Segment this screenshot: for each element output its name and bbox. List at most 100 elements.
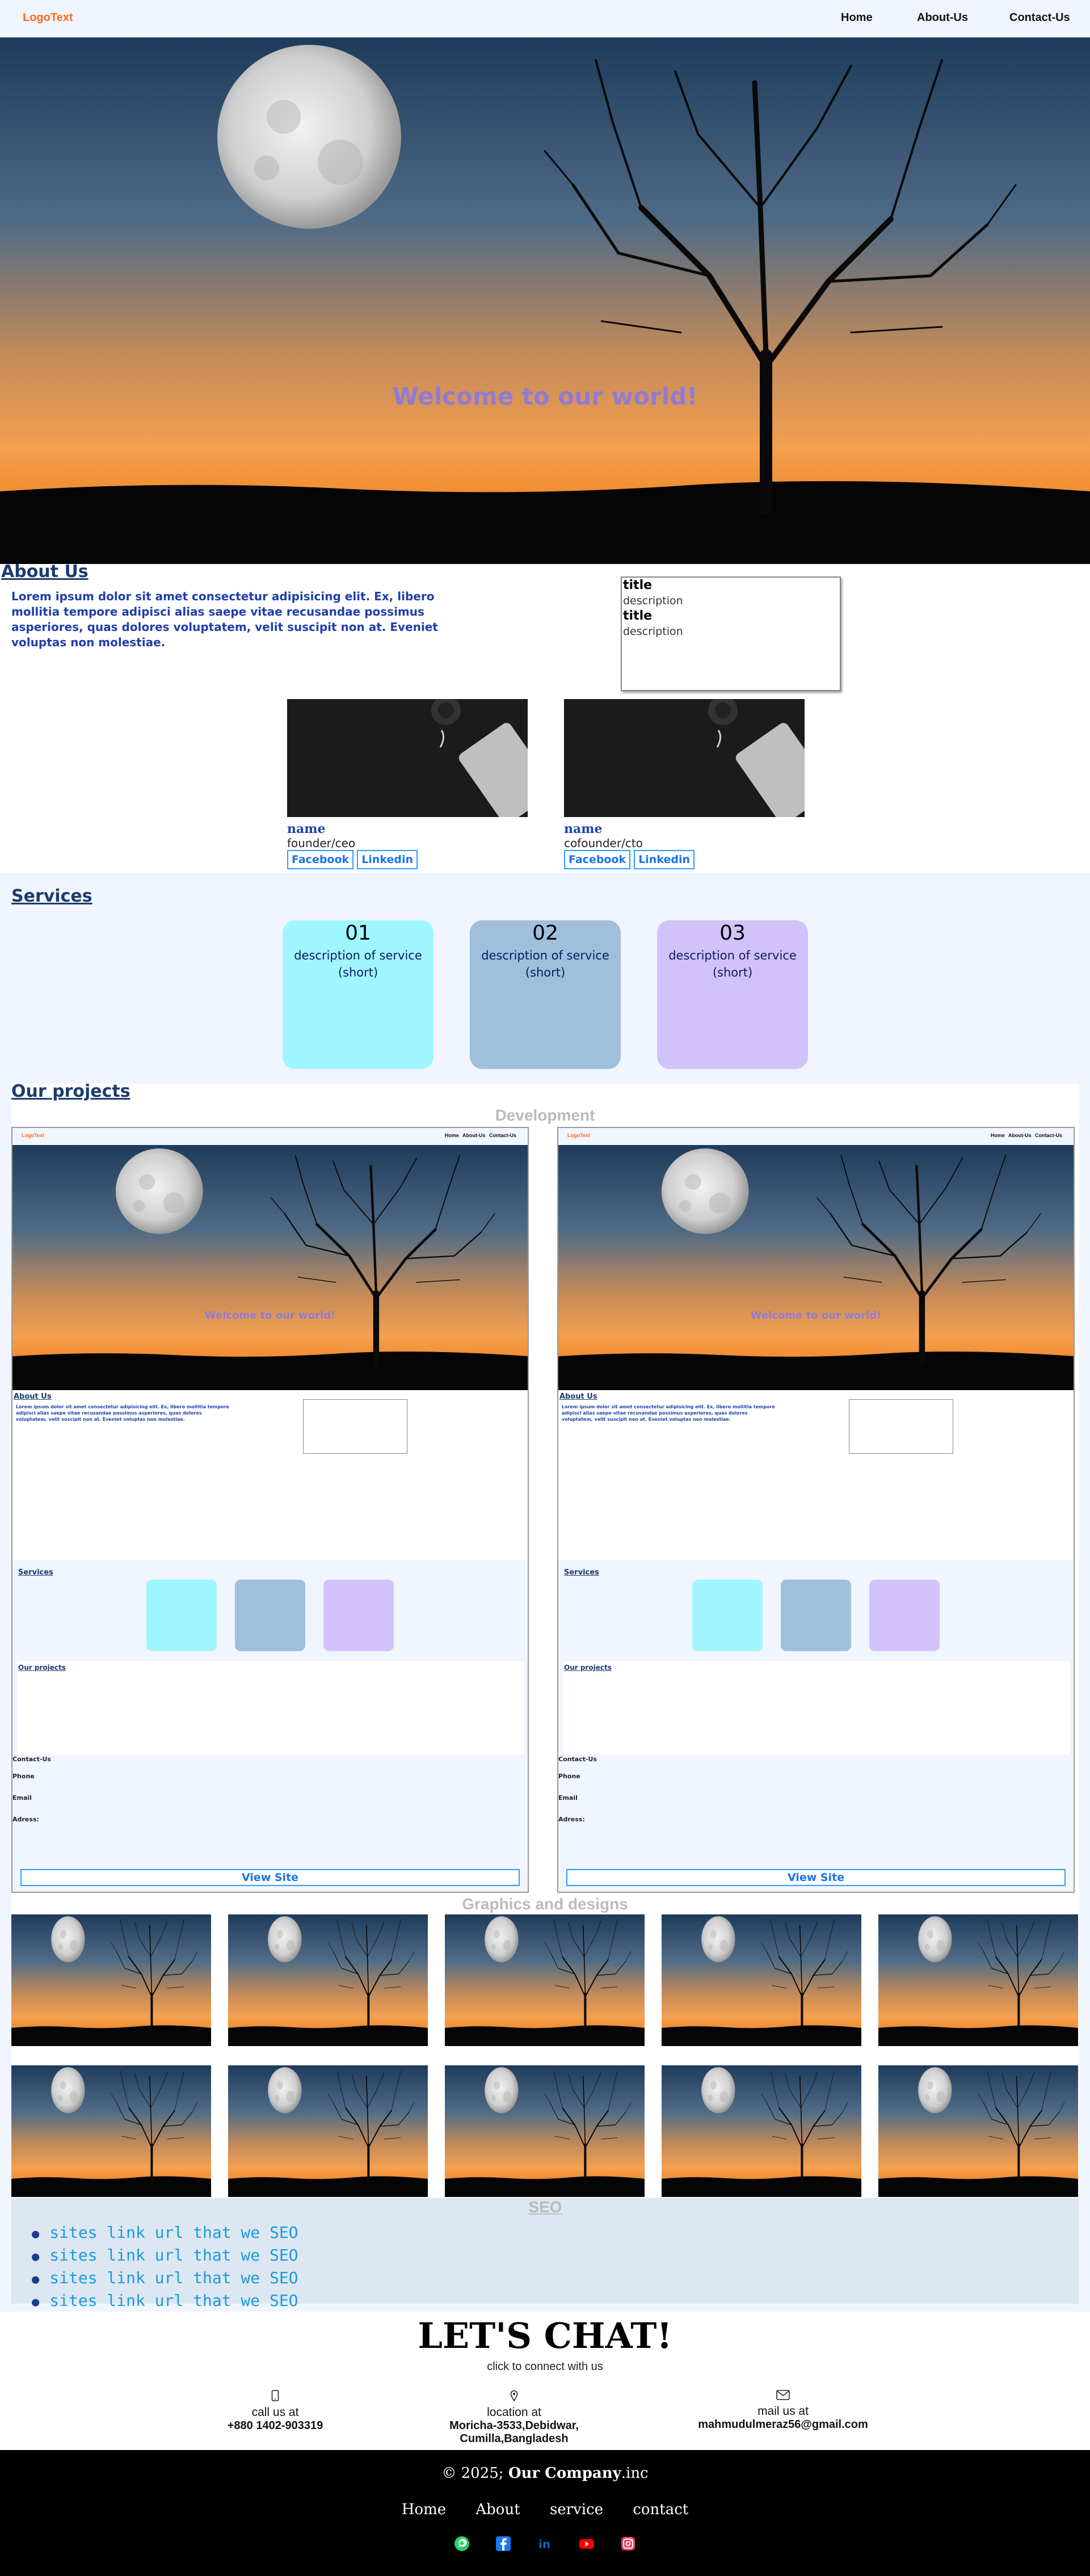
- chat-title: LET'S CHAT!: [418, 2315, 672, 2356]
- preview-nav-links: Home About-Us Contact-Us: [444, 1133, 516, 1138]
- whatsapp-icon[interactable]: [453, 2535, 470, 2552]
- gallery-image[interactable]: [228, 2065, 428, 2197]
- hero-banner: Welcome to our world!: [0, 37, 1090, 564]
- gallery-image[interactable]: [445, 2065, 645, 2197]
- contact-value: mahmudulmeraz56@gmail.com: [698, 2418, 868, 2431]
- contact-value: +880 1402-903319: [227, 2419, 323, 2432]
- mail-icon: [776, 2390, 790, 2400]
- seo-link[interactable]: sites link url that we SEO: [32, 2245, 298, 2267]
- hero-title: Welcome to our world!: [392, 382, 698, 410]
- team-member-card: name founder/ceo Facebook Linkedin: [287, 699, 528, 869]
- gallery-image[interactable]: [878, 2065, 1078, 2197]
- preview-projects-heading: Our projects: [18, 1664, 66, 1672]
- phone-icon: [271, 2390, 279, 2401]
- preview-navbar: LogoText Home About-Us Contact-Us: [558, 1128, 1074, 1145]
- copyright: © 2025; Our Company.inc: [0, 2465, 1090, 2482]
- linkedin-button[interactable]: Linkedin: [357, 850, 418, 869]
- about-box-description: description: [623, 625, 683, 638]
- footer-link-contact[interactable]: contact: [633, 2501, 688, 2518]
- member-role: founder/ceo: [287, 836, 356, 850]
- facebook-icon[interactable]: [495, 2535, 512, 2552]
- member-photo: [564, 699, 805, 817]
- preview-hero-image: [558, 1145, 1074, 1390]
- member-name: name: [564, 822, 603, 836]
- member-name: name: [287, 822, 326, 836]
- preview-services-heading: Services: [18, 1568, 53, 1577]
- footer-link-about[interactable]: About: [475, 2501, 520, 2518]
- preview-nav-links: Home About-Us Contact-Us: [990, 1133, 1062, 1138]
- service-number: 03: [719, 921, 746, 945]
- services-heading: Services: [11, 886, 92, 906]
- seo-list: sites link url that we SEO sites link ur…: [32, 2222, 298, 2313]
- about-box-title: title: [623, 578, 653, 592]
- gallery-image[interactable]: [228, 1914, 428, 2046]
- instagram-icon[interactable]: [620, 2535, 637, 2552]
- development-heading: Development: [495, 1106, 595, 1124]
- preview-about-heading: About Us: [559, 1392, 597, 1401]
- hero-image: [0, 37, 1090, 564]
- gallery-image[interactable]: [11, 1914, 211, 2046]
- preview-hero-title: Welcome to our world!: [750, 1310, 882, 1321]
- contact-section: LET'S CHAT! click to connect with us cal…: [0, 2312, 1090, 2450]
- footer-link-home[interactable]: Home: [402, 2501, 446, 2518]
- service-description: description of service (short): [294, 949, 422, 979]
- linkedin-button[interactable]: Linkedin: [634, 850, 695, 869]
- preview-phone-label: Phone: [558, 1773, 580, 1780]
- copyright-prefix: © 2025;: [441, 2465, 504, 2482]
- location-icon: [510, 2390, 518, 2402]
- view-site-button[interactable]: View Site: [20, 1869, 520, 1886]
- preview-logo: LogoText: [567, 1133, 590, 1138]
- service-description: description of service (short): [481, 949, 609, 979]
- seo-link[interactable]: sites link url that we SEO: [32, 2222, 298, 2245]
- preview-contact-heading: Contact-Us: [558, 1756, 597, 1763]
- chat-subtitle: click to connect with us: [487, 2360, 603, 2373]
- gallery-image[interactable]: [878, 1914, 1078, 2046]
- service-card: 03 description of service (short): [657, 920, 808, 1069]
- top-navbar: LogoText Home About-Us Contact-Us: [0, 0, 1090, 37]
- preview-address-label: Adress:: [12, 1816, 39, 1823]
- preview-hero-image: [12, 1145, 528, 1390]
- linkedin-icon[interactable]: in: [537, 2535, 554, 2552]
- preview-navbar: LogoText Home About-Us Contact-Us: [12, 1128, 528, 1145]
- preview-email-label: Email: [558, 1794, 578, 1801]
- preview-hero-title: Welcome to our world!: [204, 1310, 336, 1321]
- about-box-description: description: [623, 595, 683, 607]
- company-suffix: .inc: [621, 2465, 649, 2482]
- seo-link[interactable]: sites link url that we SEO: [32, 2290, 298, 2313]
- projects-heading: Our projects: [11, 1081, 131, 1101]
- preview-email-label: Email: [12, 1794, 32, 1801]
- member-photo: [287, 699, 528, 817]
- services-section: Services 01 description of service (shor…: [0, 873, 1090, 1084]
- logo[interactable]: LogoText: [23, 11, 73, 24]
- project-preview-card: LogoText Home About-Us Contact-Us Welcom…: [11, 1127, 529, 1893]
- preview-hero: Welcome to our world!: [12, 1145, 528, 1390]
- nav-contact-us[interactable]: Contact-Us: [1009, 11, 1070, 24]
- contact-label: call us at: [251, 2406, 299, 2419]
- seo-link[interactable]: sites link url that we SEO: [32, 2267, 298, 2290]
- company-name: Our Company: [508, 2465, 621, 2482]
- service-card: 02 description of service (short): [470, 920, 621, 1069]
- project-preview-card: LogoText Home About-Us Contact-Us Welcom…: [557, 1127, 1075, 1893]
- gallery-image[interactable]: [662, 1914, 861, 2046]
- preview-projects-heading: Our projects: [564, 1664, 612, 1672]
- footer-link-service[interactable]: service: [550, 2501, 603, 2518]
- view-site-button[interactable]: View Site: [566, 1869, 1066, 1886]
- gallery-image[interactable]: [662, 2065, 861, 2197]
- facebook-button[interactable]: Facebook: [564, 850, 631, 869]
- preview-logo: LogoText: [22, 1133, 44, 1138]
- contact-label: mail us at: [757, 2405, 809, 2418]
- youtube-icon[interactable]: [578, 2535, 595, 2552]
- gallery-image[interactable]: [11, 2065, 211, 2197]
- team-member-card: name cofounder/cto Facebook Linkedin: [564, 699, 805, 869]
- nav-home[interactable]: Home: [841, 11, 873, 24]
- gallery-image[interactable]: [445, 1914, 645, 2046]
- contact-location[interactable]: location at Moricha-3533,Debidwar, Cumil…: [395, 2390, 633, 2445]
- about-box-title: title: [623, 609, 653, 623]
- facebook-button[interactable]: Facebook: [287, 850, 354, 869]
- preview-contact-heading: Contact-Us: [12, 1756, 51, 1763]
- contact-email[interactable]: mail us at mahmudulmeraz56@gmail.com: [664, 2390, 902, 2431]
- contact-phone[interactable]: call us at +880 1402-903319: [156, 2390, 394, 2432]
- social-links: in: [0, 2535, 1090, 2552]
- service-card: 01 description of service (short): [283, 920, 434, 1069]
- nav-about-us[interactable]: About-Us: [917, 11, 968, 24]
